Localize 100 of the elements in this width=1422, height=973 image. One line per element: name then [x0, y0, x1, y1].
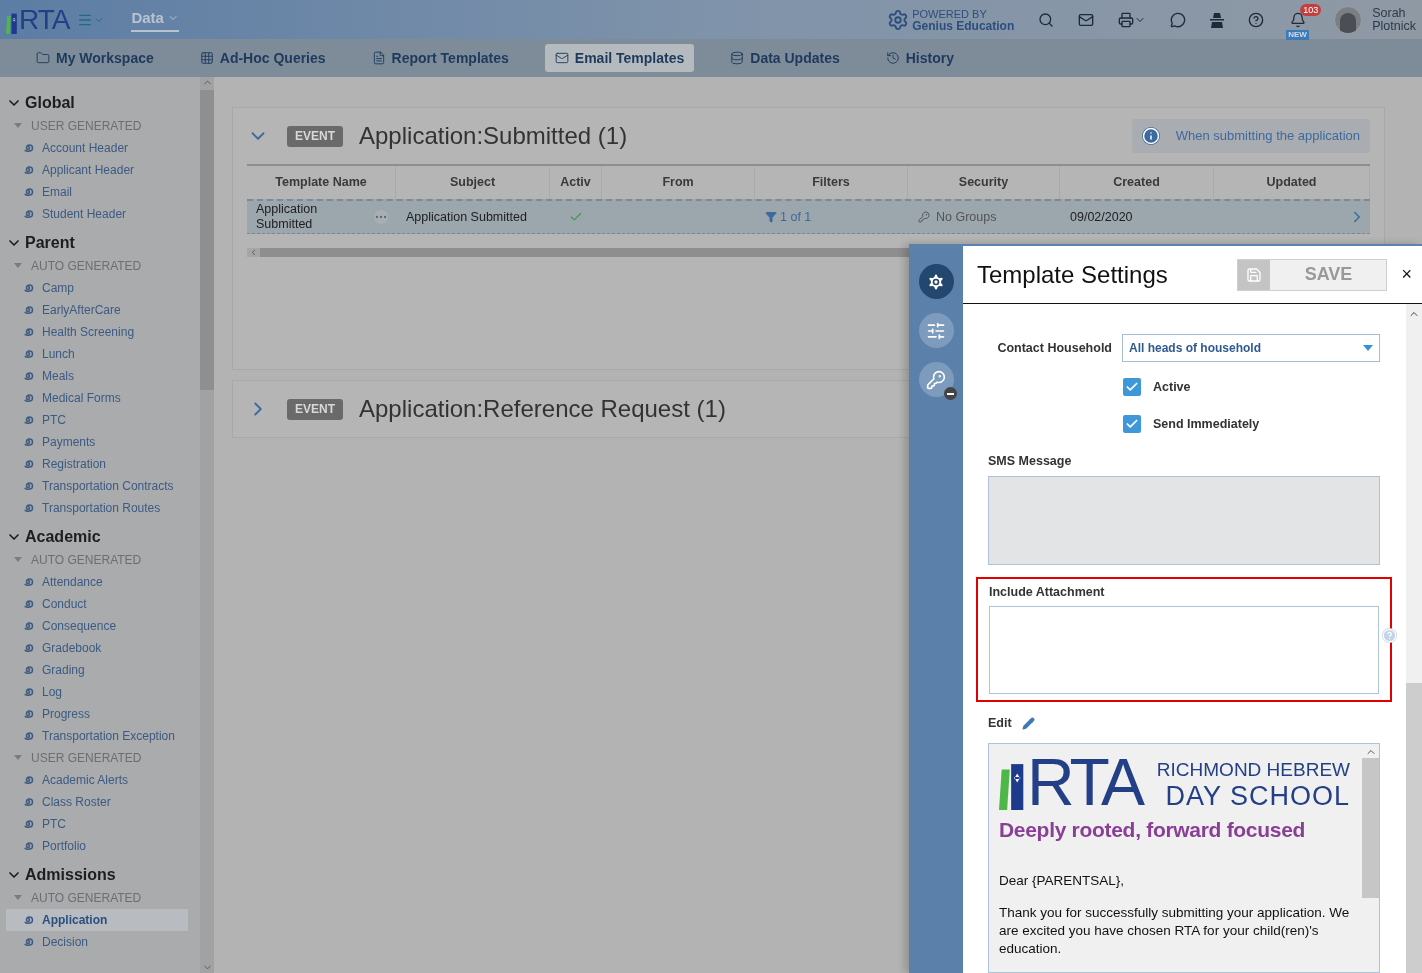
table-cell: 09/02/2020 [1070, 209, 1133, 224]
info-icon [1141, 127, 1160, 145]
table-cell: Application Submitted [406, 209, 527, 224]
sidebar-item[interactable]: Applicant Header [6, 159, 188, 181]
spiral-icon [22, 392, 34, 404]
sidebar-item[interactable]: Grading [6, 659, 188, 681]
sidebar-item[interactable]: Transportation Contracts [6, 475, 188, 497]
sidebar-item[interactable]: PTC [6, 409, 188, 431]
sidebar-item[interactable]: Log [6, 681, 188, 703]
spiral-icon [22, 730, 34, 742]
envelope-icon[interactable] [1078, 11, 1095, 28]
scrollbar[interactable] [200, 77, 214, 973]
spiral-icon [22, 502, 34, 514]
chevron-left-icon[interactable] [249, 248, 258, 257]
sidebar-item[interactable]: Class Roster [6, 791, 188, 813]
envelope-icon [554, 51, 569, 65]
data-menu[interactable]: Data [131, 6, 179, 33]
household-select[interactable]: All heads of household [1122, 334, 1380, 362]
bell-icon[interactable] [1290, 11, 1307, 28]
sidebar-item[interactable]: Conduct [6, 593, 188, 615]
spy-icon[interactable] [1210, 11, 1225, 28]
pencil-icon[interactable] [1021, 716, 1035, 730]
field-label: SMS Message [988, 452, 1073, 470]
group-header[interactable]: AUTO GENERATED [6, 549, 200, 571]
sidebar-item[interactable]: Consequence [6, 615, 188, 637]
sidebar-item[interactable]: Application [6, 909, 188, 931]
save-button[interactable]: SAVE [1237, 258, 1388, 291]
printer-menu[interactable] [1118, 11, 1147, 28]
sidebar-item[interactable]: Account Header [6, 137, 188, 159]
sidebar-item[interactable]: Decision [6, 931, 188, 953]
section-header[interactable]: Academic [6, 525, 200, 549]
sidebar-item[interactable]: Email [6, 181, 188, 203]
history-icon [885, 51, 900, 65]
nav-tab[interactable]: My Workspace [26, 44, 164, 72]
help-icon[interactable] [1248, 11, 1265, 28]
sidebar-item[interactable]: PTC [6, 813, 188, 835]
nav-tab[interactable]: Report Templates [361, 44, 519, 72]
printer-icon [1118, 11, 1135, 28]
user-last-name: Plotnick [1372, 19, 1416, 33]
filters-tab[interactable] [918, 313, 954, 348]
panel-scrollbar[interactable] [1406, 304, 1422, 973]
grid-icon [199, 51, 214, 65]
section-header[interactable]: Admissions [6, 863, 200, 887]
spiral-icon [22, 914, 34, 926]
sidebar-item[interactable]: Gradebook [6, 637, 188, 659]
spiral-icon [22, 840, 34, 852]
sidebar-item[interactable]: Progress [6, 703, 188, 725]
group-header[interactable]: USER GENERATED [6, 115, 200, 137]
filter-count[interactable]: 1 of 1 [780, 207, 812, 227]
avatar[interactable] [1334, 5, 1363, 34]
school-name: DAY SCHOOL [1165, 782, 1350, 810]
sidebar-item[interactable]: Registration [6, 453, 188, 475]
settings-tab[interactable] [918, 264, 954, 299]
spiral-icon [22, 664, 34, 676]
search-icon[interactable] [1038, 11, 1055, 28]
nav-tab[interactable]: Data Updates [720, 44, 850, 72]
info-text: When submitting the application [1175, 127, 1360, 146]
sidebar-item[interactable]: Portfolio [6, 835, 188, 857]
sidebar-item[interactable]: Medical Forms [6, 387, 188, 409]
checkbox[interactable] [1123, 378, 1141, 397]
sidebar-item[interactable]: Payments [6, 431, 188, 453]
sidebar-item[interactable]: Transportation Exception [6, 725, 188, 747]
checkbox[interactable] [1123, 415, 1141, 434]
spiral-icon [22, 348, 34, 360]
section-header[interactable]: Global [6, 91, 200, 115]
school-tagline: Deeply rooted, forward focused [999, 816, 1307, 843]
table-row[interactable]: Application Submitted Application Submitted 1 of 1 No Groups 09/02/2020 [247, 199, 1370, 234]
sidebar-item[interactable]: EarlyAfterCare [6, 299, 188, 321]
document-icon [371, 51, 386, 65]
nav-tab[interactable]: History [875, 44, 964, 72]
chat-icon[interactable] [1170, 11, 1187, 28]
sidebar-item[interactable]: Meals [6, 365, 188, 387]
group-header[interactable]: USER GENERATED [6, 747, 200, 769]
spiral-icon [22, 414, 34, 426]
group-header[interactable]: AUTO GENERATED [6, 255, 200, 277]
spiral-icon [22, 436, 34, 448]
event-title: Application:Submitted (1) [359, 121, 628, 151]
security-tab[interactable] [918, 362, 954, 397]
school-logo: RTA [999, 753, 1141, 810]
nav-tab[interactable]: Email Templates [544, 44, 695, 72]
sidebar-item[interactable]: Lunch [6, 343, 188, 365]
notification-count: 103 [1300, 4, 1322, 16]
sidebar-item[interactable]: Transportation Routes [6, 497, 188, 519]
attachment-field[interactable] [989, 606, 1379, 694]
spiral-icon [22, 620, 34, 632]
user-first-name: Sorah [1372, 6, 1407, 20]
gear-icon [926, 271, 946, 292]
sidebar-item[interactable]: Academic Alerts [6, 769, 188, 791]
school-name: RICHMOND HEBREW [1156, 759, 1350, 779]
sidebar-item[interactable]: Camp [6, 277, 188, 299]
group-header[interactable]: AUTO GENERATED [6, 887, 200, 909]
event-badge: EVENT [287, 398, 343, 420]
sidebar-item[interactable]: Health Screening [6, 321, 188, 343]
section-header[interactable]: Parent [6, 231, 200, 255]
checkbox-label: Active [1153, 379, 1191, 396]
close-button[interactable]: × [1401, 261, 1412, 288]
sidebar-item[interactable]: Student Header [6, 203, 188, 225]
more-icon[interactable] [374, 210, 388, 224]
sidebar-item[interactable]: Attendance [6, 571, 188, 593]
nav-tab[interactable]: Ad-Hoc Queries [189, 44, 336, 72]
